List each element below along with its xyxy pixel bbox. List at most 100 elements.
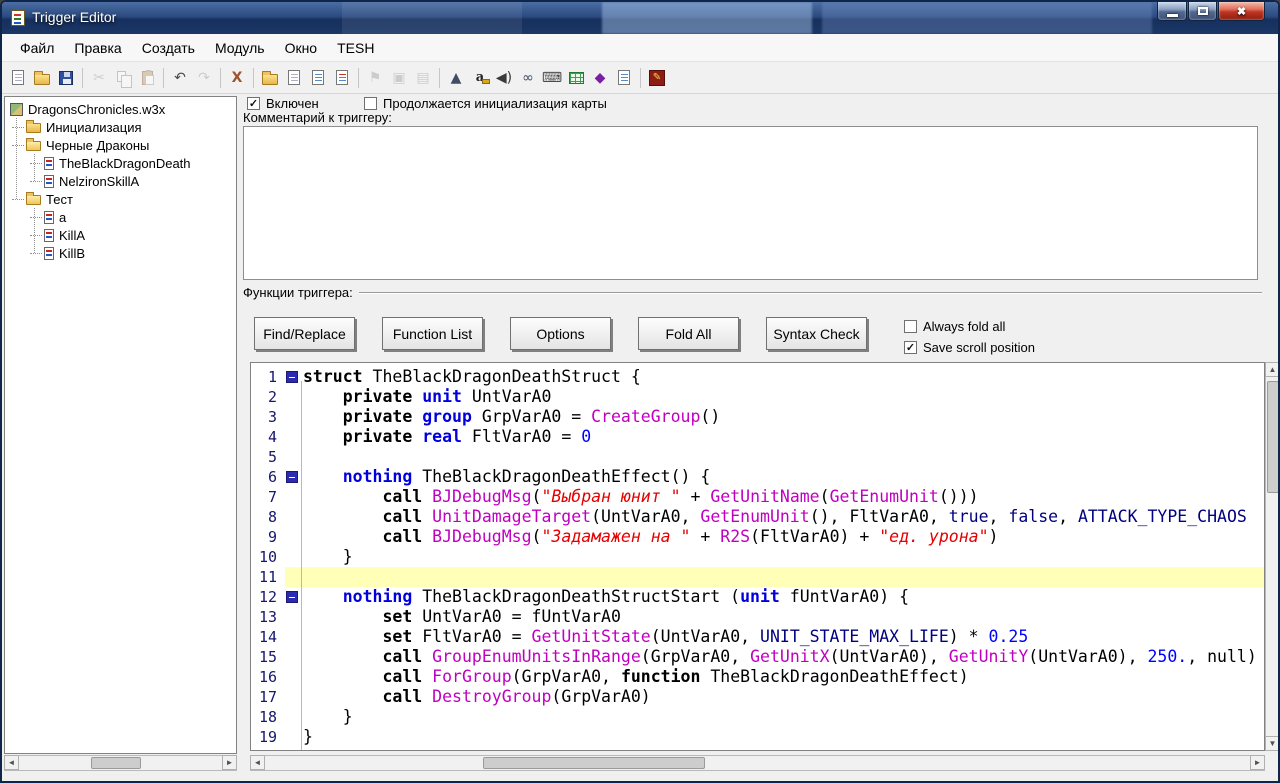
code-vertical-scrollbar[interactable]: ▲ ▼ (1265, 362, 1280, 751)
page-info-icon[interactable] (612, 66, 636, 90)
menu-module[interactable]: Модуль (205, 36, 275, 60)
grid-icon[interactable] (564, 66, 588, 90)
maximize-button[interactable] (1188, 2, 1217, 21)
fold-gutter (285, 387, 303, 407)
init-checkbox[interactable] (364, 97, 377, 110)
title-bar[interactable]: Trigger Editor ✖ (2, 2, 1278, 34)
scroll-up-arrow[interactable]: ▲ (1265, 362, 1280, 377)
tesh-button-find-replace[interactable]: Find/Replace (254, 317, 355, 350)
code-line-11[interactable]: 11 (251, 567, 1264, 587)
redo-icon[interactable]: ↷ (192, 66, 216, 90)
always-fold-checkbox[interactable] (904, 320, 917, 333)
minimize-button[interactable] (1157, 2, 1187, 21)
fold-marker[interactable] (286, 471, 298, 483)
new-category-icon[interactable] (258, 66, 282, 90)
code-line-5[interactable]: 5 (251, 447, 1264, 467)
save-map-icon[interactable] (54, 66, 78, 90)
tree-item-trigger-killa[interactable]: KillA (5, 226, 236, 244)
new-trigger-icon[interactable] (282, 66, 306, 90)
vertical-scroll-thumb[interactable] (1267, 381, 1279, 493)
tree-item-trigger-a[interactable]: a (5, 208, 236, 226)
new-script-icon[interactable] (330, 66, 354, 90)
tree-scroll-thumb[interactable] (91, 757, 141, 769)
menu-edit[interactable]: Правка (64, 36, 131, 60)
text-key-icon[interactable] (468, 66, 492, 90)
tree-item-trigger-nelzironskilla[interactable]: NelzironSkillA (5, 172, 236, 190)
tree-item-category-black-dragons[interactable]: Черные Драконы (5, 136, 236, 154)
tree-item-trigger-theblackdragondeath[interactable]: TheBlackDragonDeath (5, 154, 236, 172)
variables-icon[interactable]: X (225, 66, 249, 90)
horizontal-scroll-thumb[interactable] (483, 757, 705, 769)
new-script-icon-glyph (336, 70, 348, 85)
code-line-1[interactable]: 1struct TheBlackDragonDeathStruct { (251, 367, 1264, 387)
copy-icon[interactable] (111, 66, 135, 90)
tesh-button-fold-all[interactable]: Fold All (638, 317, 739, 350)
cut-icon[interactable]: ✂ (87, 66, 111, 90)
line-number: 13 (251, 607, 285, 627)
comment-textarea[interactable] (243, 126, 1258, 280)
code-editor[interactable]: 1struct TheBlackDragonDeathStruct {2 pri… (250, 362, 1265, 751)
tree-item-category-initialization[interactable]: Инициализация (5, 118, 236, 136)
tesh-button-syntax-check[interactable]: Syntax Check (766, 317, 867, 350)
code-line-15[interactable]: 15 call GroupEnumUnitsInRange(GrpVarA0, … (251, 647, 1264, 667)
code-line-7[interactable]: 7 call BJDebugMsg("Выбран юнит " + GetUn… (251, 487, 1264, 507)
tesh-button-function-list[interactable]: Function List (382, 317, 483, 350)
code-line-18[interactable]: 18 } (251, 707, 1264, 727)
gem-icon[interactable]: ◆ (588, 66, 612, 90)
code-line-9[interactable]: 9 call BJDebugMsg("Задамажен на " + R2S(… (251, 527, 1264, 547)
binoculars-icon[interactable]: ∞ (516, 66, 540, 90)
tree-guide-line (34, 208, 35, 253)
menu-window[interactable]: Окно (275, 36, 328, 60)
tree-scroll-right-arrow[interactable]: ► (222, 755, 237, 770)
toolbar: ✂ ↶↷ X ⚑▣▤ ▲ ◀)∞⌨ ◆ (2, 62, 1278, 94)
tesh-button-options[interactable]: Options (510, 317, 611, 350)
tree-scroll-left-arrow[interactable]: ◄ (4, 755, 19, 770)
tree-horizontal-scrollbar[interactable]: ◄ ► (4, 755, 237, 771)
scroll-left-arrow[interactable]: ◄ (250, 755, 265, 770)
menu-file[interactable]: Файл (10, 36, 64, 60)
snapshot-icon[interactable]: ▣ (387, 66, 411, 90)
code-line-13[interactable]: 13 set UntVarA0 = fUntVarA0 (251, 607, 1264, 627)
code-line-6[interactable]: 6 nothing TheBlackDragonDeathEffect() { (251, 467, 1264, 487)
paste-icon[interactable] (135, 66, 159, 90)
save-scroll-checkbox[interactable] (904, 341, 917, 354)
fold-gutter (285, 447, 303, 467)
line-number: 12 (251, 587, 285, 607)
code-line-17[interactable]: 17 call DestroyGroup(GrpVarA0) (251, 687, 1264, 707)
trigger-tree[interactable]: DragonsChronicles.w3xИнициализацияЧерные… (4, 96, 237, 754)
menu-tesh[interactable]: TESH (327, 36, 384, 60)
tesh-settings-icon[interactable] (645, 66, 669, 90)
code-line-4[interactable]: 4 private real FltVarA0 = 0 (251, 427, 1264, 447)
sort-icon[interactable]: ▲ (444, 66, 468, 90)
code-line-14[interactable]: 14 set FltVarA0 = GetUnitState(UntVarA0,… (251, 627, 1264, 647)
code-line-19[interactable]: 19} (251, 727, 1264, 747)
code-line-20[interactable]: 20 (251, 747, 1264, 751)
close-button[interactable]: ✖ (1218, 2, 1265, 21)
enabled-checkbox[interactable] (247, 97, 260, 110)
open-map-icon[interactable] (30, 66, 54, 90)
scroll-right-arrow[interactable]: ► (1250, 755, 1265, 770)
undo-icon[interactable]: ↶ (168, 66, 192, 90)
run-map-icon[interactable]: ⚑ (363, 66, 387, 90)
fold-marker[interactable] (286, 371, 298, 383)
new-comment-icon[interactable] (306, 66, 330, 90)
scroll-down-arrow[interactable]: ▼ (1265, 736, 1280, 751)
code-line-10[interactable]: 10 } (251, 547, 1264, 567)
code-line-16[interactable]: 16 call ForGroup(GrpVarA0, function TheB… (251, 667, 1264, 687)
code-line-8[interactable]: 8 call UnitDamageTarget(UntVarA0, GetEnu… (251, 507, 1264, 527)
tree-item-trigger-killb[interactable]: KillB (5, 244, 236, 262)
speaker-icon[interactable]: ◀) (492, 66, 516, 90)
fold-marker[interactable] (286, 591, 298, 603)
code-line-2[interactable]: 2 private unit UntVarA0 (251, 387, 1264, 407)
code-line-3[interactable]: 3 private group GrpVarA0 = CreateGroup() (251, 407, 1264, 427)
tree-item-category-test[interactable]: Тест (5, 190, 236, 208)
tree-item-map-root[interactable]: DragonsChronicles.w3x (5, 100, 236, 118)
new-map-icon[interactable] (6, 66, 30, 90)
menu-create[interactable]: Создать (132, 36, 205, 60)
code-text: private real FltVarA0 = 0 (303, 427, 1264, 447)
code-line-12[interactable]: 12 nothing TheBlackDragonDeathStructStar… (251, 587, 1264, 607)
keyboard-icon[interactable]: ⌨ (540, 66, 564, 90)
report-icon[interactable]: ▤ (411, 66, 435, 90)
code-horizontal-scrollbar[interactable]: ◄ ► (250, 755, 1265, 771)
save-scroll-label: Save scroll position (923, 340, 1035, 355)
